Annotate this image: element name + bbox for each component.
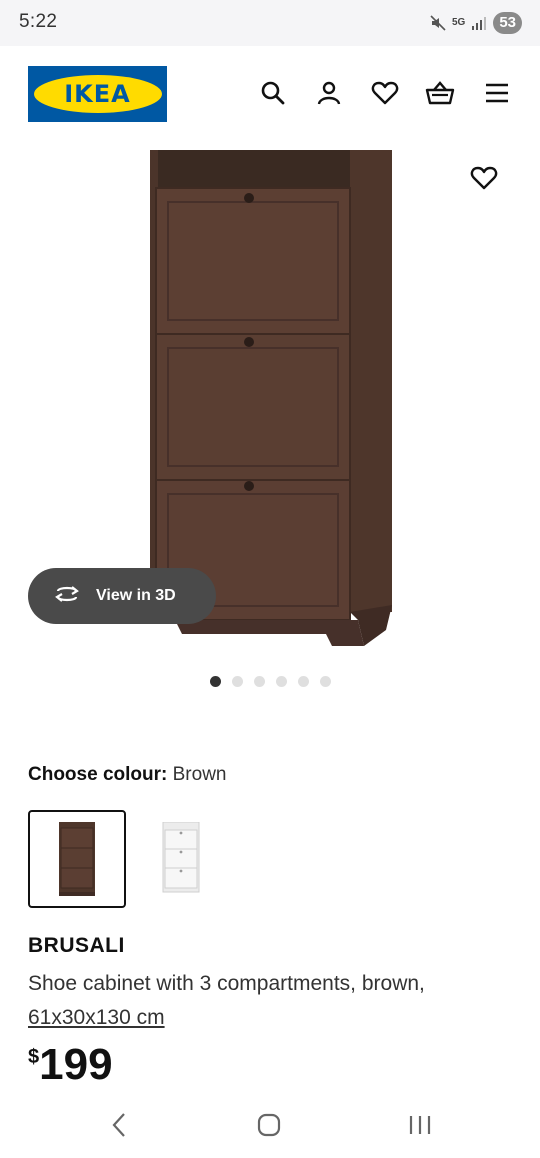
status-bar: 5:22 5G 53 — [0, 0, 540, 46]
product-gallery[interactable]: View in 3D — [0, 142, 540, 702]
logo-text: IKEA — [64, 80, 131, 108]
carousel-dot[interactable] — [231, 676, 243, 687]
account-icon[interactable] — [314, 78, 344, 108]
price-value: 199 — [39, 1040, 113, 1089]
view-in-3d-button[interactable]: View in 3D — [28, 568, 216, 624]
colour-selector-label: Choose colour: Brown — [28, 764, 226, 786]
carousel-dot[interactable] — [275, 676, 287, 687]
view-in-3d-label: View in 3D — [96, 587, 176, 604]
home-icon[interactable] — [254, 1110, 284, 1140]
status-time: 5:22 — [19, 11, 58, 32]
system-nav-bar — [0, 1096, 540, 1158]
carousel-dot[interactable] — [253, 676, 265, 687]
signal-icon — [471, 16, 487, 30]
product-measurements-link[interactable]: 61x30x130 cm — [28, 1006, 165, 1029]
status-icons: 5G 53 — [430, 10, 522, 36]
carousel-dot[interactable] — [319, 676, 331, 687]
price-currency: $ — [28, 1046, 40, 1068]
colour-swatch-brown[interactable] — [28, 810, 126, 908]
favourites-icon[interactable] — [370, 78, 400, 108]
add-to-favourites-icon[interactable] — [468, 162, 500, 194]
battery-icon: 53 — [493, 12, 522, 34]
recents-icon[interactable] — [405, 1110, 435, 1140]
carousel-dot[interactable] — [209, 676, 221, 687]
carousel-indicator[interactable] — [0, 676, 540, 687]
mute-icon — [430, 15, 446, 31]
product-description: Shoe cabinet with 3 compartments, brown,… — [28, 967, 518, 1035]
cart-icon[interactable] — [425, 78, 455, 108]
search-icon[interactable] — [258, 78, 288, 108]
logo-oval: IKEA — [33, 75, 162, 113]
product-price: $ 199 — [28, 1040, 113, 1090]
5g-icon: 5G — [451, 17, 466, 28]
menu-icon[interactable] — [482, 78, 512, 108]
back-icon[interactable] — [104, 1110, 134, 1140]
colour-value: Brown — [172, 764, 227, 785]
product-name: BRUSALI — [28, 934, 125, 957]
ikea-logo[interactable]: IKEA — [28, 66, 167, 122]
colour-swatch-white[interactable] — [132, 810, 230, 908]
rotate-3d-icon — [52, 583, 82, 610]
colour-label: Choose colour: — [28, 764, 168, 785]
header: IKEA — [0, 46, 540, 142]
carousel-dot[interactable] — [297, 676, 309, 687]
product-description-text: Shoe cabinet with 3 compartments, brown, — [28, 972, 425, 995]
